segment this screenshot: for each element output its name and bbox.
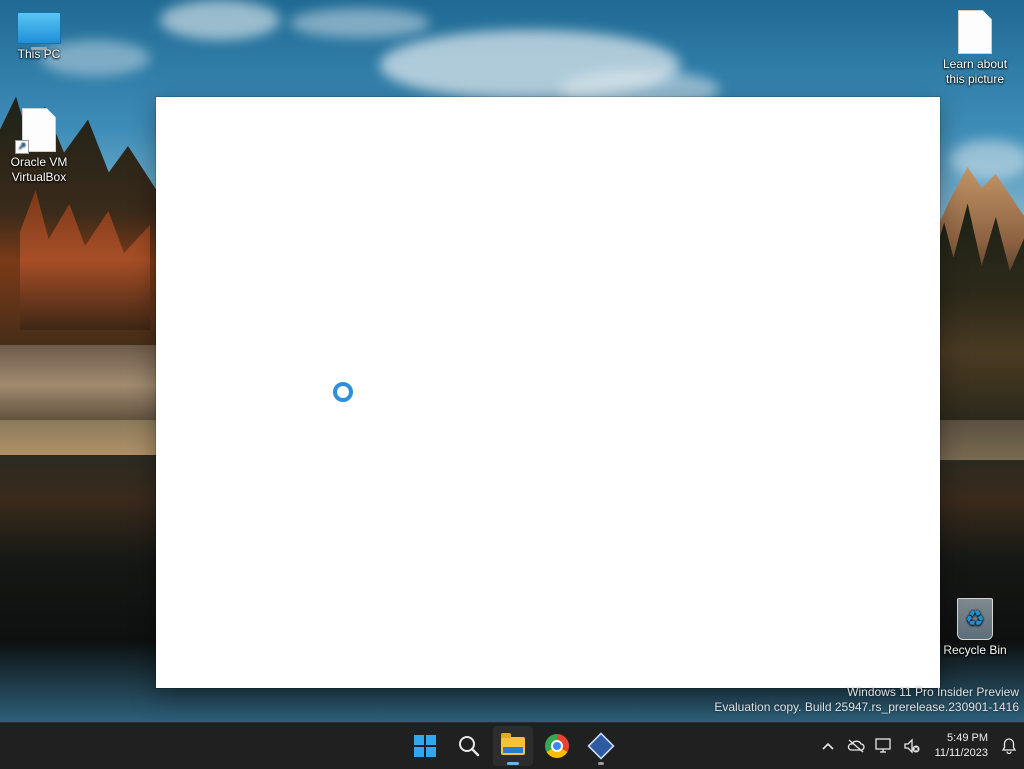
file-icon: [958, 10, 992, 54]
desktop-icon-oracle-vm-virtualbox[interactable]: ↗ Oracle VM VirtualBox: [1, 108, 77, 185]
monitor-icon: [17, 12, 61, 50]
recycle-bin-icon: ♻: [957, 598, 993, 640]
desktop-icon-label: Learn about: [942, 57, 1008, 71]
volume-muted-icon: [904, 738, 920, 754]
desktop-icon-label: Oracle VM: [10, 155, 68, 169]
clock-date: 11/11/2023: [934, 747, 988, 759]
virtualbox-button[interactable]: [581, 726, 621, 766]
search-icon: [459, 736, 480, 757]
show-hidden-icons-button[interactable]: [814, 723, 842, 769]
desktop-icon-recycle-bin[interactable]: ♻ Recycle Bin: [937, 598, 1013, 658]
desktop-icon-label: Recycle Bin: [943, 643, 1007, 657]
desktop-icon-label: VirtualBox: [11, 170, 67, 184]
chrome-button[interactable]: [537, 726, 577, 766]
start-button[interactable]: [405, 726, 445, 766]
network-button[interactable]: [870, 723, 898, 769]
windows-logo-icon: [414, 735, 436, 757]
file-explorer-button[interactable]: [493, 726, 533, 766]
active-indicator: [507, 762, 519, 765]
bell-icon: [1002, 738, 1016, 754]
clock-time: 5:49 PM: [947, 732, 988, 744]
network-icon: [875, 738, 891, 753]
chrome-icon: [545, 734, 569, 758]
clock-button[interactable]: 5:49 PM 11/11/2023: [926, 731, 994, 761]
onedrive-button[interactable]: [842, 723, 870, 769]
evaluation-watermark: Windows 11 Pro Insider Preview Evaluatio…: [714, 685, 1019, 715]
watermark-line: Evaluation copy. Build 25947.rs_prerelea…: [714, 700, 1019, 714]
loading-spinner-icon: [333, 382, 353, 402]
volume-button[interactable]: [898, 723, 926, 769]
notification-center-button[interactable]: [994, 723, 1024, 769]
folder-icon: [501, 733, 525, 755]
taskbar: 5:49 PM 11/11/2023: [0, 722, 1024, 769]
app-window[interactable]: [156, 97, 940, 688]
onedrive-off-icon: [847, 739, 865, 753]
running-indicator: [598, 762, 604, 765]
system-tray: 5:49 PM 11/11/2023: [814, 723, 1024, 769]
search-button[interactable]: [449, 726, 489, 766]
shortcut-arrow-icon: ↗: [15, 140, 29, 154]
chevron-up-icon: [822, 742, 834, 750]
desktop-icon-learn-about-this-picture[interactable]: Learn about this picture: [937, 10, 1013, 87]
watermark-line: Windows 11 Pro Insider Preview: [847, 685, 1019, 699]
virtualbox-icon: [587, 732, 615, 760]
desktop-icon-this-pc[interactable]: This PC: [1, 12, 77, 62]
desktop-icon-label: this picture: [945, 72, 1005, 86]
taskbar-apps: [405, 726, 621, 766]
